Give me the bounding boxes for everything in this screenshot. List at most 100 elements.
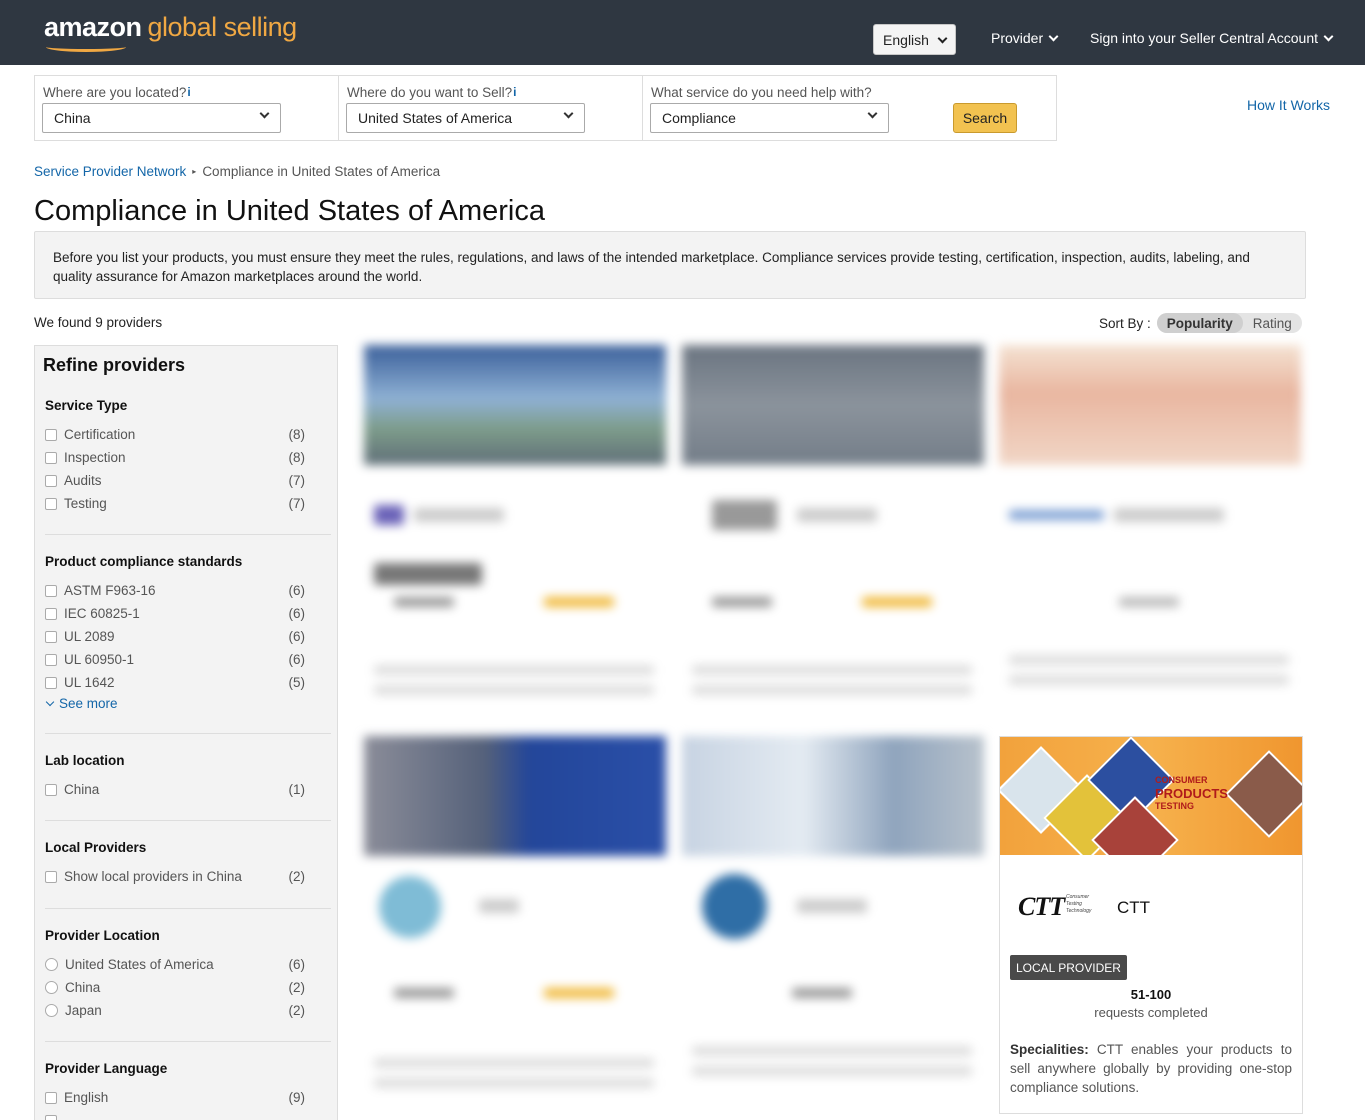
see-more-link[interactable]: See more xyxy=(45,696,331,711)
language-label: English xyxy=(883,31,929,48)
banner-text: CONSUMER PRODUCTS TESTING xyxy=(1155,775,1228,811)
info-icon[interactable]: i xyxy=(513,85,516,99)
facet-option-partial[interactable] xyxy=(45,1109,331,1120)
radio-button[interactable] xyxy=(45,1004,58,1017)
provider-name[interactable]: CTT xyxy=(1117,898,1150,918)
how-it-works-link[interactable]: How It Works xyxy=(1247,97,1330,113)
checkbox[interactable] xyxy=(45,497,57,510)
facet-divider xyxy=(45,1041,331,1042)
results-count: We found 9 providers xyxy=(34,315,163,330)
provider-card-blurred[interactable] xyxy=(999,345,1301,720)
checkbox[interactable] xyxy=(45,676,57,689)
sort-option-popularity[interactable]: Popularity xyxy=(1156,313,1243,333)
provider-card-ctt[interactable]: CONSUMER PRODUCTS TESTING CTT Consumer T… xyxy=(999,736,1303,1114)
checkbox[interactable] xyxy=(45,428,57,441)
facet-option[interactable]: UL 60950-1 (6) xyxy=(45,648,331,671)
facet-option[interactable]: China (1) xyxy=(45,778,331,801)
provider-card-blurred[interactable] xyxy=(364,736,666,1120)
facet-option[interactable]: English (9) xyxy=(45,1086,331,1109)
chevron-down-icon xyxy=(867,108,878,119)
chevron-down-icon xyxy=(1323,31,1334,42)
facet-service-type: Service Type Certification (8) Inspection… xyxy=(45,398,331,515)
location-filter: Where are you located?i China xyxy=(35,76,339,140)
facet-option[interactable]: United States of America (6) xyxy=(45,953,331,976)
requests-label: requests completed xyxy=(1094,1005,1208,1020)
facet-option[interactable]: Testing (7) xyxy=(45,492,331,515)
sidebar-title: Refine providers xyxy=(43,355,186,375)
facet-option[interactable]: ASTM F963-16 (6) xyxy=(45,579,331,602)
facet-compliance-standards: Product compliance standards ASTM F963-1… xyxy=(45,554,331,711)
page-title: Compliance in United States of America xyxy=(34,195,545,227)
search-button[interactable]: Search xyxy=(953,103,1017,133)
language-selector[interactable]: English xyxy=(873,24,956,55)
breadcrumb-root-link[interactable]: Service Provider Network xyxy=(34,164,186,179)
service-label: What service do you need help with? xyxy=(651,85,872,100)
ctt-logo: CTT xyxy=(1018,892,1065,921)
radio-button[interactable] xyxy=(45,958,58,971)
top-nav-bar: amazon global selling English Provider Si… xyxy=(0,0,1365,65)
checkbox[interactable] xyxy=(45,607,57,620)
chevron-down-icon xyxy=(45,697,55,706)
marketplace-select[interactable]: United States of America xyxy=(346,103,585,133)
facet-option[interactable]: Audits (7) xyxy=(45,469,331,492)
facet-option[interactable]: UL 1642 (5) xyxy=(45,671,331,694)
location-select[interactable]: China xyxy=(42,103,281,133)
facet-option[interactable]: Japan (2) xyxy=(45,999,331,1022)
breadcrumb-current: Compliance in United States of America xyxy=(202,164,441,179)
facet-title: Local Providers xyxy=(45,840,147,855)
provider-banner-image xyxy=(682,736,984,856)
provider-search-panel: Where are you located?i China Where do y… xyxy=(34,75,1057,141)
chevron-down-icon xyxy=(937,33,948,43)
signin-menu[interactable]: Sign into your Seller Central Account xyxy=(1090,30,1334,46)
logo-sub: global selling xyxy=(147,12,298,42)
facet-divider xyxy=(45,820,331,821)
facet-provider-language: Provider Language English (9) xyxy=(45,1061,331,1120)
facet-title: Provider Language xyxy=(45,1061,168,1076)
location-label: Where are you located?i xyxy=(43,85,191,100)
facet-option[interactable]: Inspection (8) xyxy=(45,446,331,469)
specialities-text: Specialities: CTT enables your products … xyxy=(1010,1042,1292,1095)
facet-option[interactable]: China (2) xyxy=(45,976,331,999)
checkbox[interactable] xyxy=(45,584,57,597)
facet-option[interactable]: Show local providers in China (2) xyxy=(45,865,331,888)
chevron-down-icon xyxy=(563,108,574,119)
checkbox[interactable] xyxy=(45,870,57,883)
provider-card-blurred[interactable] xyxy=(682,345,984,720)
checkbox[interactable] xyxy=(45,451,57,464)
facet-title: Provider Location xyxy=(45,928,160,943)
info-icon[interactable]: i xyxy=(187,85,190,99)
checkbox[interactable] xyxy=(45,630,57,643)
provider-menu[interactable]: Provider xyxy=(991,30,1059,46)
sort-control: Sort By : Popularity Rating xyxy=(1099,313,1302,333)
facet-divider xyxy=(45,733,331,734)
facet-option[interactable]: IEC 60825-1 (6) xyxy=(45,602,331,625)
provider-banner-image xyxy=(682,345,984,465)
facet-option[interactable]: UL 2089 (6) xyxy=(45,625,331,648)
smile-icon xyxy=(46,42,126,52)
facet-divider xyxy=(45,908,331,909)
ctt-banner-image: CONSUMER PRODUCTS TESTING xyxy=(1000,737,1302,855)
facet-option[interactable]: Certification (8) xyxy=(45,423,331,446)
checkbox[interactable] xyxy=(45,1091,57,1104)
service-select[interactable]: Compliance xyxy=(650,103,889,133)
checkbox[interactable] xyxy=(45,474,57,487)
sort-option-rating[interactable]: Rating xyxy=(1243,313,1302,333)
sort-label: Sort By : xyxy=(1099,315,1151,331)
checkbox[interactable] xyxy=(45,783,57,796)
provider-card-blurred[interactable] xyxy=(682,736,984,1120)
breadcrumb: Service Provider Network ▸ Compliance in… xyxy=(34,164,440,179)
facet-local-providers: Local Providers Show local providers in … xyxy=(45,840,331,888)
provider-card-blurred[interactable] xyxy=(364,345,666,720)
signin-label: Sign into your Seller Central Account xyxy=(1090,30,1319,46)
provider-banner-image xyxy=(364,736,666,856)
provider-banner-image xyxy=(999,345,1301,465)
breadcrumb-separator-icon: ▸ xyxy=(192,167,197,176)
facet-title: Lab location xyxy=(45,753,125,768)
refine-sidebar: Refine providers Service Type Certificat… xyxy=(34,345,338,1120)
amazon-global-selling-logo[interactable]: amazon global selling xyxy=(44,12,298,52)
radio-button[interactable] xyxy=(45,981,58,994)
facet-provider-location: Provider Location United States of Ameri… xyxy=(45,928,331,1022)
checkbox[interactable] xyxy=(45,1114,57,1120)
checkbox[interactable] xyxy=(45,653,57,666)
requests-range: 51-100 xyxy=(1130,987,1172,1002)
